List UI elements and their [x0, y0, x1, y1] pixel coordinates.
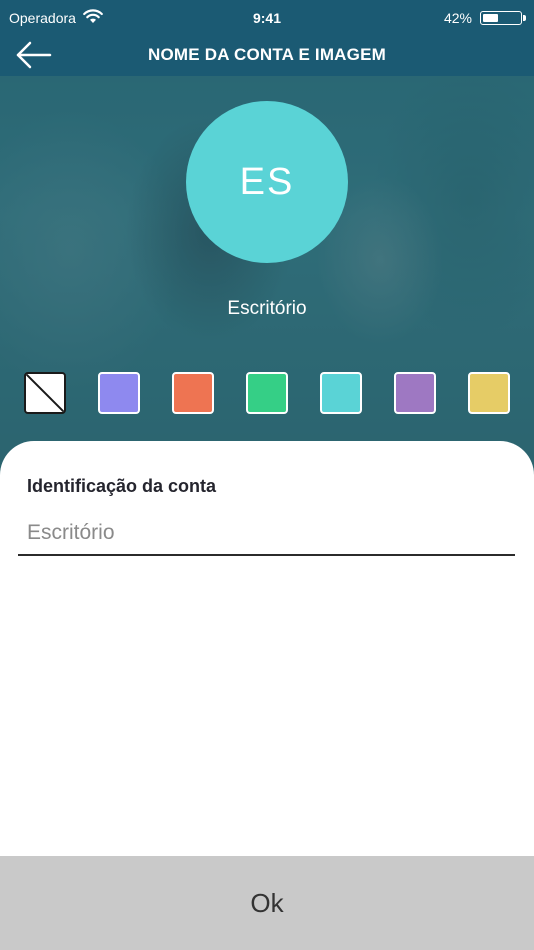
battery-icon [480, 11, 526, 25]
ok-button-label: Ok [250, 887, 284, 918]
navigation-bar: NOME DA CONTA E IMAGEM [0, 36, 534, 76]
swatch-green[interactable] [246, 372, 288, 414]
account-name-input[interactable] [18, 516, 515, 556]
status-bar: Operadora 9:41 42% [0, 0, 534, 36]
swatch-cyan[interactable] [320, 372, 362, 414]
avatar-initials: ES [239, 160, 295, 203]
no-color-icon [26, 374, 64, 412]
swatch-purple[interactable] [394, 372, 436, 414]
account-name-label: Escritório [227, 298, 307, 319]
account-avatar[interactable]: ES [186, 101, 348, 263]
swatch-lavender[interactable] [98, 372, 140, 414]
swatch-no-color[interactable] [24, 372, 66, 414]
swatch-orange[interactable] [172, 372, 214, 414]
battery-fill [483, 14, 498, 22]
ok-button[interactable]: Ok [0, 856, 534, 950]
form-sheet: Identificação da conta [0, 441, 534, 856]
battery-percent: 42% [443, 10, 472, 26]
account-id-label: Identificação da conta [27, 476, 217, 496]
swatch-yellow[interactable] [468, 372, 510, 414]
page-title: NOME DA CONTA E IMAGEM [148, 45, 386, 64]
color-swatch-row [24, 372, 510, 414]
